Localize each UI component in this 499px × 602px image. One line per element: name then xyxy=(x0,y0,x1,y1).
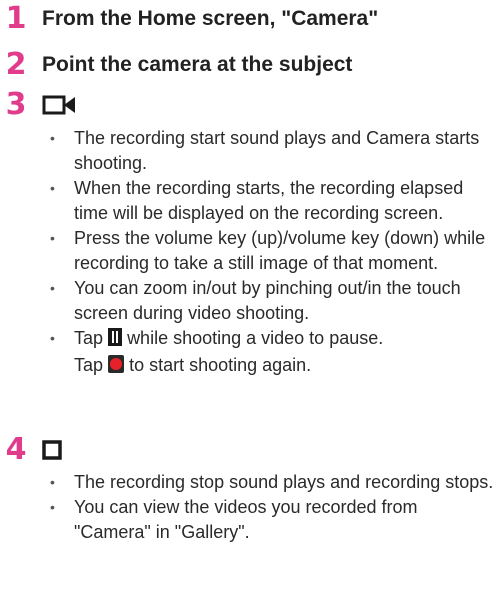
pause-line-text-a: Tap xyxy=(74,328,104,348)
list-item: The recording start sound plays and Came… xyxy=(40,126,495,176)
step-1-title: From the Home screen, "Camera" xyxy=(42,7,379,30)
record-icon xyxy=(108,355,125,380)
list-item: You can view the videos you recorded fro… xyxy=(40,495,495,545)
step-2-title: Point the camera at the subject xyxy=(42,53,353,76)
pause-icon xyxy=(108,328,123,353)
step-3-bullet-list: The recording start sound plays and Came… xyxy=(40,126,495,380)
list-item-pause-resume: Tap while shooting a video to pause. Tap… xyxy=(40,326,495,380)
pause-line-text-b: while shooting a video to pause. xyxy=(127,328,384,348)
list-item: When the recording starts, the recording… xyxy=(40,176,495,226)
step-number-4: 4 xyxy=(5,432,27,467)
list-item: You can zoom in/out by pinching out/in t… xyxy=(40,276,495,326)
list-item: The recording stop sound plays and recor… xyxy=(40,470,495,495)
step-4-bullet-list: The recording stop sound plays and recor… xyxy=(40,470,495,545)
step-number-3: 3 xyxy=(5,87,27,122)
step-number-1: 1 xyxy=(5,1,27,36)
resume-line-text-b: to start shooting again. xyxy=(129,355,312,375)
video-record-icon xyxy=(42,95,76,120)
list-item: Press the volume key (up)/volume key (do… xyxy=(40,226,495,276)
step-number-2: 2 xyxy=(5,47,27,82)
stop-icon xyxy=(42,440,62,465)
resume-line-text-a: Tap xyxy=(74,355,104,375)
